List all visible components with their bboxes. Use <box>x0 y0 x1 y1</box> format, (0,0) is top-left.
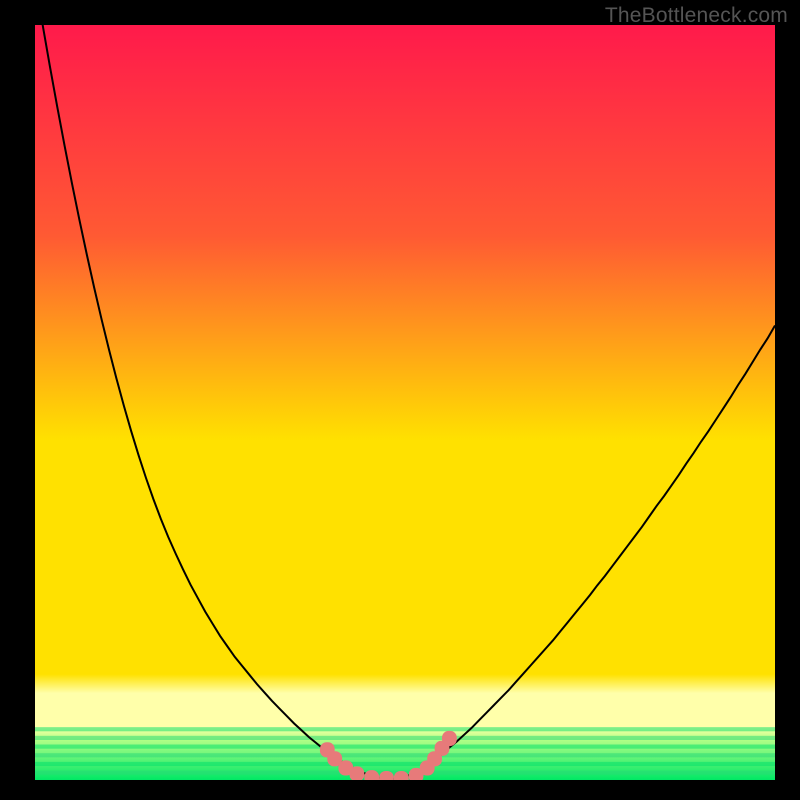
bottleneck-plot <box>35 25 775 780</box>
watermark-text: TheBottleneck.com <box>605 4 788 28</box>
green-band-stripe <box>35 762 775 766</box>
curve-marker <box>442 731 457 746</box>
gradient-background <box>35 25 775 780</box>
green-band-stripe <box>35 727 775 731</box>
green-band-stripe <box>35 736 775 740</box>
chart-frame: TheBottleneck.com <box>0 0 800 800</box>
curve-marker <box>350 766 365 780</box>
green-band-stripe <box>35 753 775 757</box>
green-band-stripe <box>35 745 775 749</box>
